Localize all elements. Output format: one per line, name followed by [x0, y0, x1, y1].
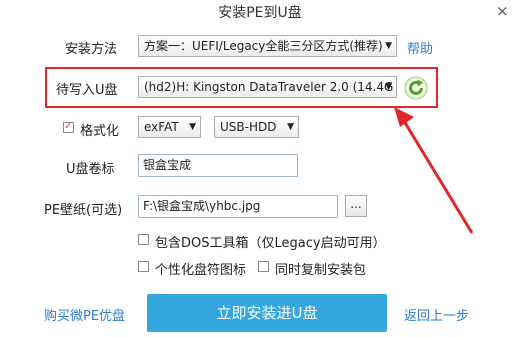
chevron-down-icon: ▼: [189, 122, 196, 132]
chevron-down-icon: ▼: [385, 41, 392, 51]
format-label: 格式化: [80, 124, 120, 139]
volume-label-label: U盘卷标: [66, 162, 115, 177]
window-title: 安装PE到U盘: [218, 5, 302, 21]
custom-icon-checkbox[interactable]: [138, 261, 149, 272]
volume-label-input[interactable]: 银盒宝成: [138, 154, 298, 177]
chevron-down-icon: ▼: [287, 122, 294, 132]
browse-button[interactable]: ...: [345, 195, 367, 217]
dos-toolbox-label: 包含DOS工具箱（仅Legacy启动可用）: [155, 236, 386, 251]
back-link[interactable]: 返回上一步: [404, 305, 469, 324]
copy-installer-checkbox[interactable]: [258, 261, 269, 272]
custom-icon-label: 个性化盘符图标: [155, 263, 247, 278]
filesystem-select[interactable]: exFAT ▼: [138, 116, 201, 138]
install-method-select[interactable]: 方案一：UEFI/Legacy全能三分区方式(推荐) ▼: [138, 35, 397, 57]
boot-mode-select[interactable]: USB-HDD ▼: [214, 116, 299, 138]
install-to-usb-button[interactable]: 立即安装进U盘: [147, 294, 387, 332]
annotation-arrow: [394, 107, 474, 234]
annotation-highlight-box: [45, 67, 438, 108]
format-checkbox[interactable]: [63, 119, 74, 133]
close-icon[interactable]: ×: [496, 2, 509, 20]
wallpaper-label: PE壁纸(可选): [44, 203, 123, 218]
copy-installer-label: 同时复制安装包: [275, 263, 367, 278]
wallpaper-path-input[interactable]: F:\银盒宝成\yhbc.jpg: [138, 195, 338, 218]
buy-usb-link[interactable]: 购买微PE优盘: [44, 305, 125, 324]
dos-toolbox-checkbox[interactable]: [138, 234, 149, 245]
install-method-label: 安装方法: [65, 42, 118, 57]
help-link[interactable]: 帮助: [407, 38, 433, 57]
install-method-value: 方案一：UEFI/Legacy全能三分区方式(推荐): [144, 39, 383, 53]
